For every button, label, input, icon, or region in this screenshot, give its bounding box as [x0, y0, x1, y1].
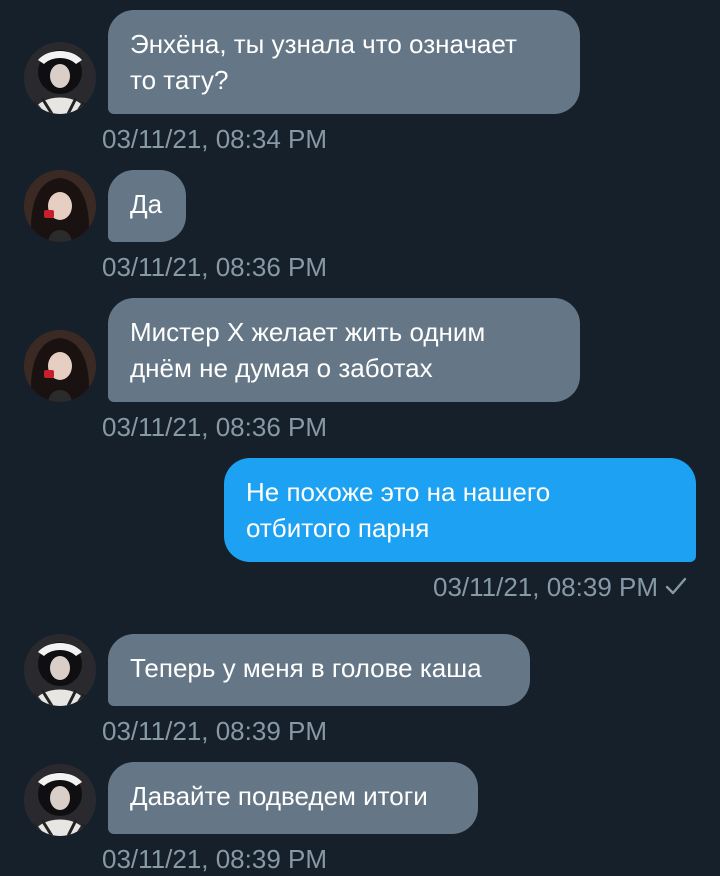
avatar-2-image: [24, 330, 96, 402]
message-timestamp: 03/11/21, 08:39 PM: [102, 716, 328, 746]
message-timestamp: 03/11/21, 08:39 PM: [102, 844, 328, 874]
message-bubble-incoming[interactable]: Да: [108, 170, 186, 242]
message-bubble-incoming[interactable]: Энхёна, ты узнала что означает то тату?: [108, 10, 580, 114]
message-timestamp: 03/11/21, 08:34 PM: [102, 124, 328, 154]
message-timestamp: 03/11/21, 08:36 PM: [102, 412, 328, 442]
sender-avatar[interactable]: [24, 170, 96, 242]
message-bubble-incoming[interactable]: Теперь у меня в голове каша: [108, 634, 530, 706]
message-bubble-incoming[interactable]: Мистер Х желает жить одним днём не думая…: [108, 298, 580, 402]
avatar-2-image: [24, 170, 96, 242]
avatar-1-image: [24, 634, 96, 706]
avatar-1-image: [24, 764, 96, 836]
message-timestamp: 03/11/21, 08:39 PM: [432, 572, 658, 602]
checkmark-icon: [664, 576, 688, 598]
avatar-1-image: [24, 42, 96, 114]
sender-avatar[interactable]: [24, 634, 96, 706]
sender-avatar[interactable]: [24, 330, 96, 402]
message-bubble-incoming[interactable]: Давайте подведем итоги: [108, 762, 478, 834]
sender-avatar[interactable]: [24, 42, 96, 114]
message-timestamp: 03/11/21, 08:36 PM: [102, 252, 328, 282]
message-bubble-outgoing[interactable]: Не похоже это на нашего отбитого парня: [224, 458, 696, 562]
chat-thread: Энхёна, ты узнала что означает то тату? …: [0, 0, 720, 876]
sender-avatar[interactable]: [24, 764, 96, 836]
